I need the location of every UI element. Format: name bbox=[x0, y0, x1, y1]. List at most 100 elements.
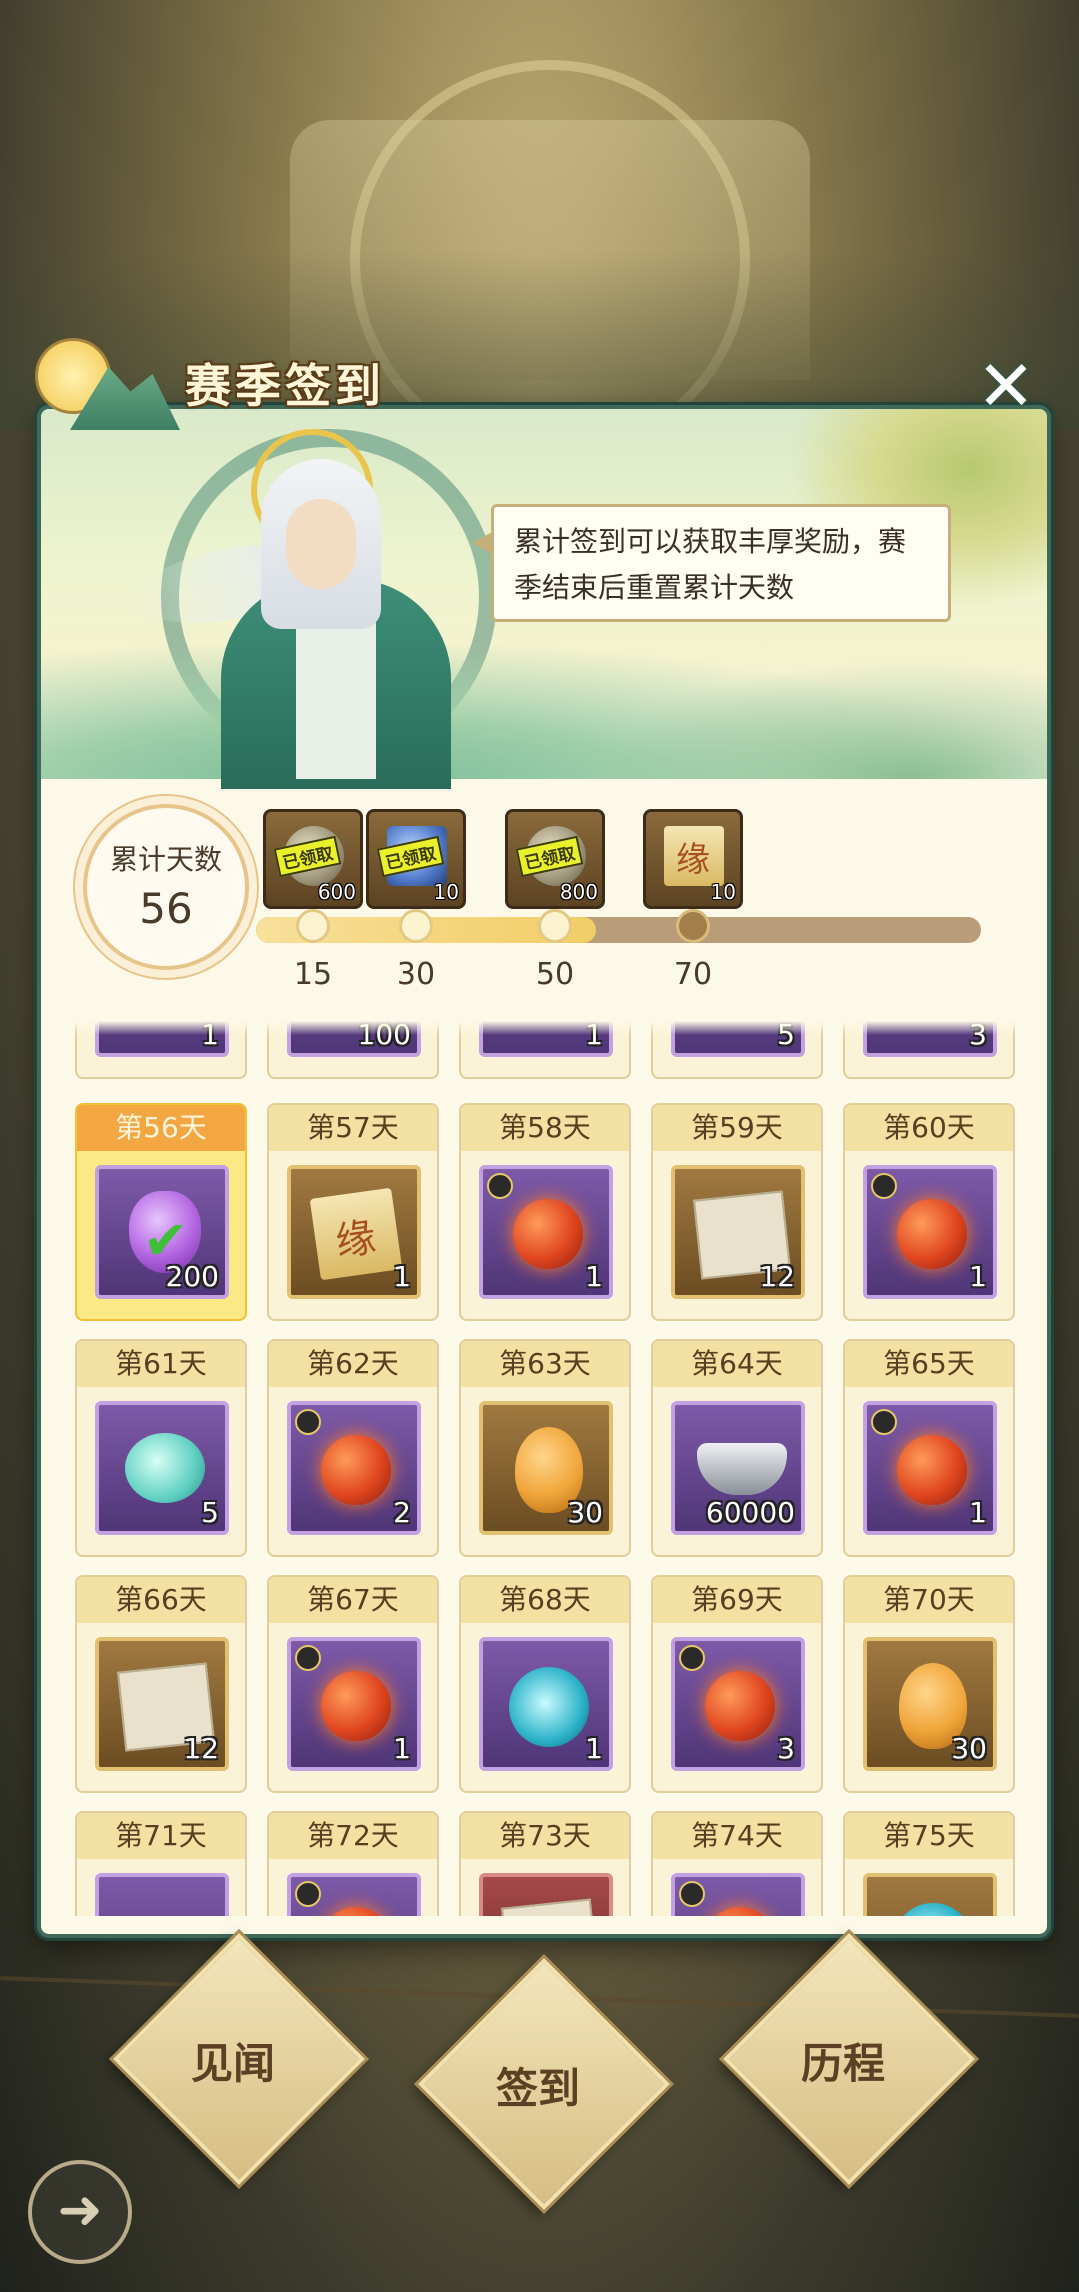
reward-item[interactable] bbox=[863, 1873, 997, 1916]
day-label: 第72天 bbox=[269, 1813, 437, 1859]
clock-icon bbox=[679, 1881, 705, 1907]
milestone-reward-30[interactable]: 已领取 10 bbox=[366, 809, 466, 909]
fire-orb-icon bbox=[705, 1907, 775, 1916]
day-cell[interactable]: 第57天缘 1 bbox=[267, 1103, 439, 1321]
milestone-count: 800 bbox=[559, 880, 598, 904]
clock-icon bbox=[871, 1173, 897, 1199]
close-icon[interactable]: ✕ bbox=[975, 351, 1037, 421]
reward-count: 1 bbox=[969, 1496, 987, 1529]
reward-item[interactable]: 1 bbox=[863, 1401, 997, 1535]
day-cell[interactable]: 第56天 ✔ 200 bbox=[75, 1103, 247, 1321]
milestone-count: 600 bbox=[317, 880, 356, 904]
nav-jianwen-label: 见闻 bbox=[190, 2039, 275, 2088]
day-cell[interactable]: 第66天 12 bbox=[75, 1575, 247, 1793]
day-label: 第69天 bbox=[653, 1577, 821, 1623]
day-cell[interactable]: 第60天 1 bbox=[843, 1103, 1015, 1321]
reward-count: 60000 bbox=[705, 1496, 795, 1529]
fate-scroll-icon: 缘 bbox=[309, 1187, 403, 1281]
rune-stone-icon bbox=[893, 1903, 973, 1916]
day-cell[interactable]: 第61天 5 bbox=[75, 1339, 247, 1557]
reward-item[interactable]: 1 bbox=[863, 1165, 997, 1299]
day-label: 第68天 bbox=[461, 1577, 629, 1623]
day-label: 第74天 bbox=[653, 1813, 821, 1859]
progress-node bbox=[538, 909, 572, 943]
reward-count: 200 bbox=[165, 1260, 219, 1293]
day-label: 第59天 bbox=[653, 1105, 821, 1151]
fate-scroll-icon: 缘 bbox=[664, 826, 724, 886]
reward-item[interactable]: ✔ 200 bbox=[95, 1165, 229, 1299]
reward-item[interactable]: 60000 bbox=[671, 1401, 805, 1535]
reward-count: 30 bbox=[951, 1732, 987, 1765]
page-title: 赛季签到 bbox=[185, 359, 385, 413]
reward-item[interactable] bbox=[671, 1873, 805, 1916]
day-cell[interactable]: 第69天 3 bbox=[651, 1575, 823, 1793]
reward-item[interactable]: 30 bbox=[479, 1401, 613, 1535]
clock-icon bbox=[295, 1645, 321, 1671]
day-cell[interactable]: 第62天 2 bbox=[267, 1339, 439, 1557]
papers-icon bbox=[501, 1898, 599, 1916]
title-badge: 赛季签到 bbox=[10, 330, 430, 440]
grid-top-fade bbox=[41, 1021, 1047, 1035]
milestone-reward-50[interactable]: 已领取 800 bbox=[505, 809, 605, 909]
day-cell[interactable]: 第59天 12 bbox=[651, 1103, 823, 1321]
jade-egg-icon bbox=[125, 1433, 205, 1503]
milestone-reward-70[interactable]: 缘 10 bbox=[643, 809, 743, 909]
clock-icon bbox=[871, 1409, 897, 1435]
reward-item[interactable]: 5 bbox=[95, 1401, 229, 1535]
reward-item[interactable] bbox=[287, 1873, 421, 1916]
day-cell[interactable]: 第67天 1 bbox=[267, 1575, 439, 1793]
reward-item[interactable] bbox=[95, 1873, 229, 1916]
reward-item[interactable]: 1 bbox=[479, 1165, 613, 1299]
day-label: 第66天 bbox=[77, 1577, 245, 1623]
reward-count: 2 bbox=[393, 1496, 411, 1529]
day-cell[interactable]: 第68天 1 bbox=[459, 1575, 631, 1793]
season-signin-panel: 累计签到可以获取丰厚奖励，赛季结束后重置累计天数 累计天数 56 已领取 600 1… bbox=[37, 405, 1051, 1938]
day-cell[interactable]: 第65天 1 bbox=[843, 1339, 1015, 1557]
day-cell[interactable]: 第73天 bbox=[459, 1811, 631, 1916]
fire-orb-icon bbox=[897, 1435, 967, 1505]
day-cell[interactable]: 第74天 bbox=[651, 1811, 823, 1916]
reward-item[interactable]: 30 bbox=[863, 1637, 997, 1771]
day-cell[interactable]: 第58天 1 bbox=[459, 1103, 631, 1321]
reward-count: 1 bbox=[585, 1732, 603, 1765]
day-label: 第61天 bbox=[77, 1341, 245, 1387]
milestone-day-label: 15 bbox=[293, 957, 333, 992]
day-label: 第62天 bbox=[269, 1341, 437, 1387]
cumulative-days-badge: 累计天数 56 bbox=[83, 804, 249, 970]
fire-orb-icon bbox=[897, 1199, 967, 1269]
day-label: 第57天 bbox=[269, 1105, 437, 1151]
reward-count: 1 bbox=[969, 1260, 987, 1293]
clock-icon bbox=[295, 1881, 321, 1907]
day-cell[interactable]: 第64天 60000 bbox=[651, 1339, 823, 1557]
reward-item[interactable]: 12 bbox=[671, 1165, 805, 1299]
reward-item[interactable]: 3 bbox=[671, 1637, 805, 1771]
back-arrow-icon[interactable]: ➜ bbox=[28, 2160, 132, 2264]
clock-icon bbox=[295, 1409, 321, 1435]
daily-reward-grid[interactable]: 1 100 1 5 3 第56天 ✔ 200 第57天缘 1 第58天 1 第59天 12 第60天 1 第61… bbox=[41, 1021, 1047, 1916]
milestone-reward-15[interactable]: 已领取 600 bbox=[263, 809, 363, 909]
day-cell[interactable]: 第75天 bbox=[843, 1811, 1015, 1916]
day-label: 第67天 bbox=[269, 1577, 437, 1623]
day-label: 第58天 bbox=[461, 1105, 629, 1151]
day-cell[interactable]: 第71天 bbox=[75, 1811, 247, 1916]
reward-item[interactable] bbox=[479, 1873, 613, 1916]
reward-item[interactable]: 12 bbox=[95, 1637, 229, 1771]
milestone-count: 10 bbox=[710, 880, 736, 904]
day-cell[interactable]: 第70天 30 bbox=[843, 1575, 1015, 1793]
reward-item[interactable]: 1 bbox=[287, 1637, 421, 1771]
day-cell[interactable]: 第63天 30 bbox=[459, 1339, 631, 1557]
day-label: 第56天 bbox=[77, 1105, 245, 1151]
day-label: 第64天 bbox=[653, 1341, 821, 1387]
reward-item[interactable]: 1 bbox=[479, 1637, 613, 1771]
day-label: 第73天 bbox=[461, 1813, 629, 1859]
clock-icon bbox=[487, 1173, 513, 1199]
panel-banner: 累计签到可以获取丰厚奖励，赛季结束后重置累计天数 bbox=[41, 409, 1047, 789]
milestone-day-label: 50 bbox=[535, 957, 575, 992]
banner-hill-right bbox=[591, 659, 1047, 779]
reward-item[interactable]: 2 bbox=[287, 1401, 421, 1535]
reward-item[interactable]: 缘1 bbox=[287, 1165, 421, 1299]
milestone-count: 10 bbox=[433, 880, 459, 904]
reward-count: 1 bbox=[585, 1260, 603, 1293]
day-cell[interactable]: 第72天 bbox=[267, 1811, 439, 1916]
milestone-day-label: 70 bbox=[673, 957, 713, 992]
